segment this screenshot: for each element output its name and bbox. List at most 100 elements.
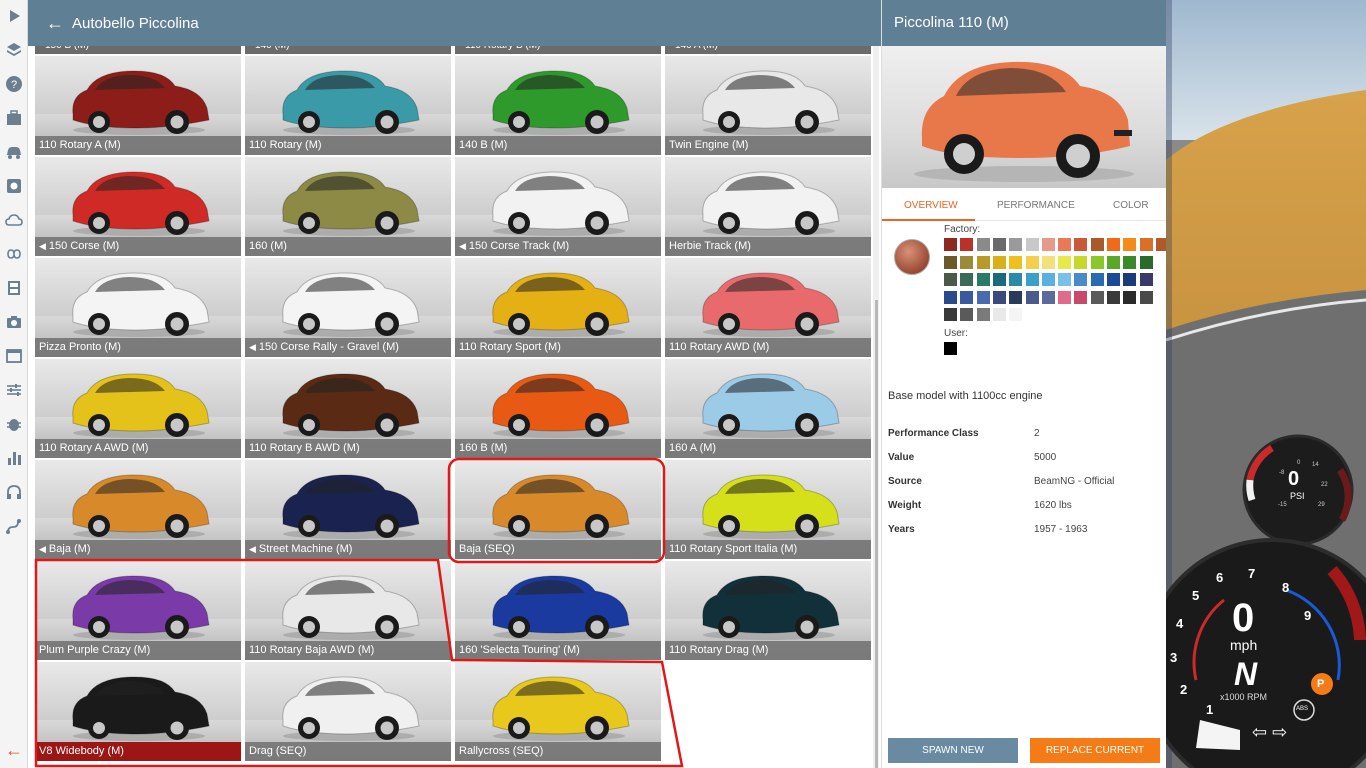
factory-color-swatch[interactable] <box>944 238 957 251</box>
factory-color-swatch[interactable] <box>1090 238 1104 251</box>
headphones-icon[interactable] <box>2 480 26 504</box>
vehicle-tile[interactable]: Plum Purple Crazy (M) <box>35 561 241 660</box>
vehicle-tile[interactable]: 160 A (M) <box>665 359 871 458</box>
factory-color-swatch[interactable] <box>992 290 1006 304</box>
factory-color-swatch[interactable] <box>1123 255 1137 269</box>
vehicle-tile[interactable]: ◀ 150 Corse Track (M) <box>455 157 661 256</box>
factory-color-swatch[interactable] <box>1025 290 1039 304</box>
factory-color-swatch[interactable] <box>1107 290 1120 304</box>
factory-color-swatch[interactable] <box>960 308 974 321</box>
factory-color-swatch[interactable] <box>1041 273 1055 286</box>
vehicle-tile[interactable]: 110 Rotary AWD (M) <box>665 258 871 357</box>
factory-color-swatch[interactable] <box>944 290 957 304</box>
bug-icon[interactable] <box>2 412 26 436</box>
window-icon[interactable] <box>2 344 26 368</box>
vehicle-tile-partial[interactable]: 110 Rotary B (M) <box>455 46 661 54</box>
layers-icon[interactable] <box>2 38 26 62</box>
factory-color-swatch[interactable] <box>1074 238 1088 251</box>
factory-color-swatch[interactable] <box>1139 255 1153 269</box>
factory-color-swatch[interactable] <box>976 308 990 321</box>
factory-color-swatch[interactable] <box>1009 290 1023 304</box>
factory-color-swatch[interactable] <box>1090 290 1104 304</box>
factory-color-swatch[interactable] <box>992 255 1006 269</box>
factory-color-swatch[interactable] <box>960 238 974 251</box>
factory-color-swatch[interactable] <box>1090 273 1104 286</box>
factory-color-swatch[interactable] <box>1139 238 1153 251</box>
factory-color-swatch[interactable] <box>1074 273 1088 286</box>
factory-color-swatch[interactable] <box>1107 238 1120 251</box>
vehicle-tile-partial[interactable]: 140 A (M) <box>665 46 871 54</box>
vehicle-tile[interactable]: 140 B (M) <box>455 56 661 155</box>
factory-color-swatch[interactable] <box>1058 290 1072 304</box>
vehicle-tile-partial[interactable]: 150 B (M) <box>35 46 241 54</box>
replace-current-button[interactable]: REPLACE CURRENT <box>1030 738 1160 763</box>
vehicle-tile[interactable]: V8 Widebody (M) <box>35 662 241 761</box>
factory-color-swatch[interactable] <box>944 308 957 321</box>
infinity-icon[interactable] <box>2 242 26 266</box>
factory-color-swatch[interactable] <box>976 238 990 251</box>
vehicle-tile[interactable]: ◀ 150 Corse (M) <box>35 157 241 256</box>
factory-color-swatch[interactable] <box>944 273 957 286</box>
factory-color-swatch[interactable] <box>1123 273 1137 286</box>
route-icon[interactable] <box>2 514 26 538</box>
spawn-new-button[interactable]: SPAWN NEW <box>888 738 1018 763</box>
factory-color-swatch[interactable] <box>960 290 974 304</box>
factory-color-swatch[interactable] <box>1107 273 1120 286</box>
factory-color-swatch[interactable] <box>1025 273 1039 286</box>
vehicle-tile[interactable]: 160 'Selecta Touring' (M) <box>455 561 661 660</box>
factory-color-swatch[interactable] <box>1041 290 1055 304</box>
factory-color-swatch[interactable] <box>1009 255 1023 269</box>
vehicle-tile[interactable]: Herbie Track (M) <box>665 157 871 256</box>
vehicle-tile[interactable]: 110 Rotary Sport (M) <box>455 258 661 357</box>
factory-color-swatch[interactable] <box>1009 238 1023 251</box>
vehicle-tile[interactable]: 160 B (M) <box>455 359 661 458</box>
factory-color-swatch[interactable] <box>992 308 1006 321</box>
vehicle-tile[interactable]: 110 Rotary A (M) <box>35 56 241 155</box>
arrow-left-icon[interactable]: ← <box>2 738 26 762</box>
vehicle-tile[interactable]: Twin Engine (M) <box>665 56 871 155</box>
factory-color-swatch[interactable] <box>992 273 1006 286</box>
sliders-icon[interactable] <box>2 378 26 402</box>
vehicle-tile[interactable]: 110 Rotary (M) <box>245 56 451 155</box>
vehicle-tile[interactable]: 110 Rotary B AWD (M) <box>245 359 451 458</box>
camera-icon[interactable] <box>2 310 26 334</box>
vehicle-tile[interactable]: ◀ 150 Corse Rally - Gravel (M) <box>245 258 451 357</box>
tab-overview[interactable]: OVERVIEW <box>904 200 958 211</box>
vehicle-tile[interactable]: 110 Rotary Drag (M) <box>665 561 871 660</box>
factory-color-swatch[interactable] <box>960 273 974 286</box>
factory-color-swatch[interactable] <box>1025 255 1039 269</box>
factory-color-swatch[interactable] <box>1123 238 1137 251</box>
cloud-icon[interactable] <box>2 208 26 232</box>
factory-color-swatch[interactable] <box>944 255 957 269</box>
factory-color-swatch[interactable] <box>1058 238 1072 251</box>
car-icon[interactable] <box>2 140 26 164</box>
vehicle-tile[interactable]: 110 Rotary Baja AWD (M) <box>245 561 451 660</box>
chart-icon[interactable] <box>2 446 26 470</box>
factory-color-swatch[interactable] <box>1107 255 1120 269</box>
factory-color-swatch[interactable] <box>1074 255 1088 269</box>
user-color-swatch[interactable] <box>944 342 957 355</box>
play-icon[interactable] <box>2 4 26 28</box>
factory-color-swatch[interactable] <box>976 290 990 304</box>
factory-color-swatch[interactable] <box>976 255 990 269</box>
tab-performance[interactable]: PERFORMANCE <box>997 200 1075 211</box>
tab-color[interactable]: COLOR <box>1113 200 1149 211</box>
factory-color-swatch[interactable] <box>992 238 1006 251</box>
arrow-left-icon[interactable]: ← <box>46 13 66 34</box>
help-icon[interactable]: ? <box>2 72 26 96</box>
vehicle-tile[interactable]: Rallycross (SEQ) <box>455 662 661 761</box>
case-icon[interactable] <box>2 106 26 130</box>
vehicle-tile[interactable]: ◀ Baja (M) <box>35 460 241 559</box>
vehicle-tile[interactable]: Pizza Pronto (M) <box>35 258 241 357</box>
vehicle-tile-partial[interactable]: 140 (M) <box>245 46 451 54</box>
film-icon[interactable] <box>2 276 26 300</box>
vehicle-tile[interactable]: ◀ Street Machine (M) <box>245 460 451 559</box>
factory-color-swatch[interactable] <box>1139 273 1153 286</box>
factory-color-swatch[interactable] <box>1139 290 1153 304</box>
vehicle-tile[interactable]: Drag (SEQ) <box>245 662 451 761</box>
factory-color-swatch[interactable] <box>1074 290 1088 304</box>
gear-box-icon[interactable] <box>2 174 26 198</box>
factory-color-swatch[interactable] <box>1041 238 1055 251</box>
factory-color-swatch[interactable] <box>1025 238 1039 251</box>
factory-color-swatch[interactable] <box>1058 255 1072 269</box>
